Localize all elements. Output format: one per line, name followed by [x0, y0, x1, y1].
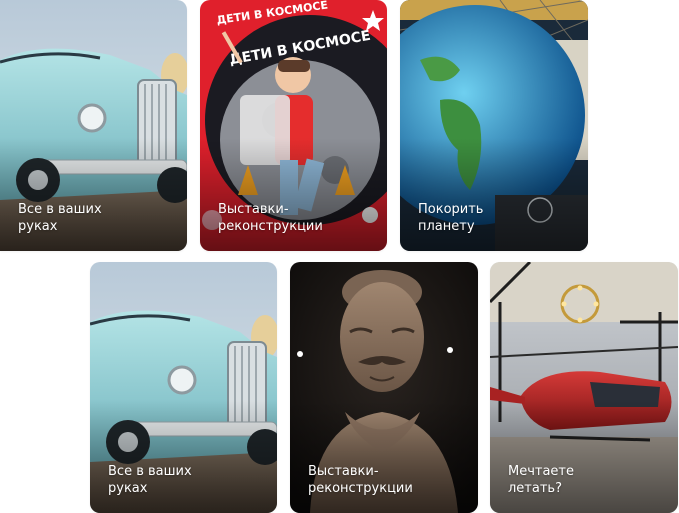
card-caption: Мечтаете летать? [508, 464, 575, 496]
cards-grid: Все в ваших руках ДЕТИ В КОСМОСЕ ДЕТИ В … [0, 0, 679, 513]
card-all-in-your-hands[interactable]: Все в ваших руках [0, 0, 187, 251]
card-caption: Все в ваших руках [108, 464, 192, 496]
card-caption: Выставки- реконструкции [218, 202, 323, 234]
card-conquer-the-planet[interactable]: Покорить планету [400, 0, 588, 251]
card-dream-of-flying[interactable]: Мечтаете летать? [490, 262, 678, 513]
card-exhibitions-reconstructions-2[interactable]: Выставки- реконструкции [290, 262, 478, 513]
card-all-in-your-hands-2[interactable]: Все в ваших руках [90, 262, 277, 513]
card-caption: Выставки- реконструкции [308, 464, 413, 496]
card-caption: Покорить планету [418, 202, 484, 234]
card-exhibitions-reconstructions[interactable]: ДЕТИ В КОСМОСЕ ДЕТИ В КОСМОСЕ Выставки- … [200, 0, 387, 251]
card-caption: Все в ваших руках [18, 202, 102, 234]
